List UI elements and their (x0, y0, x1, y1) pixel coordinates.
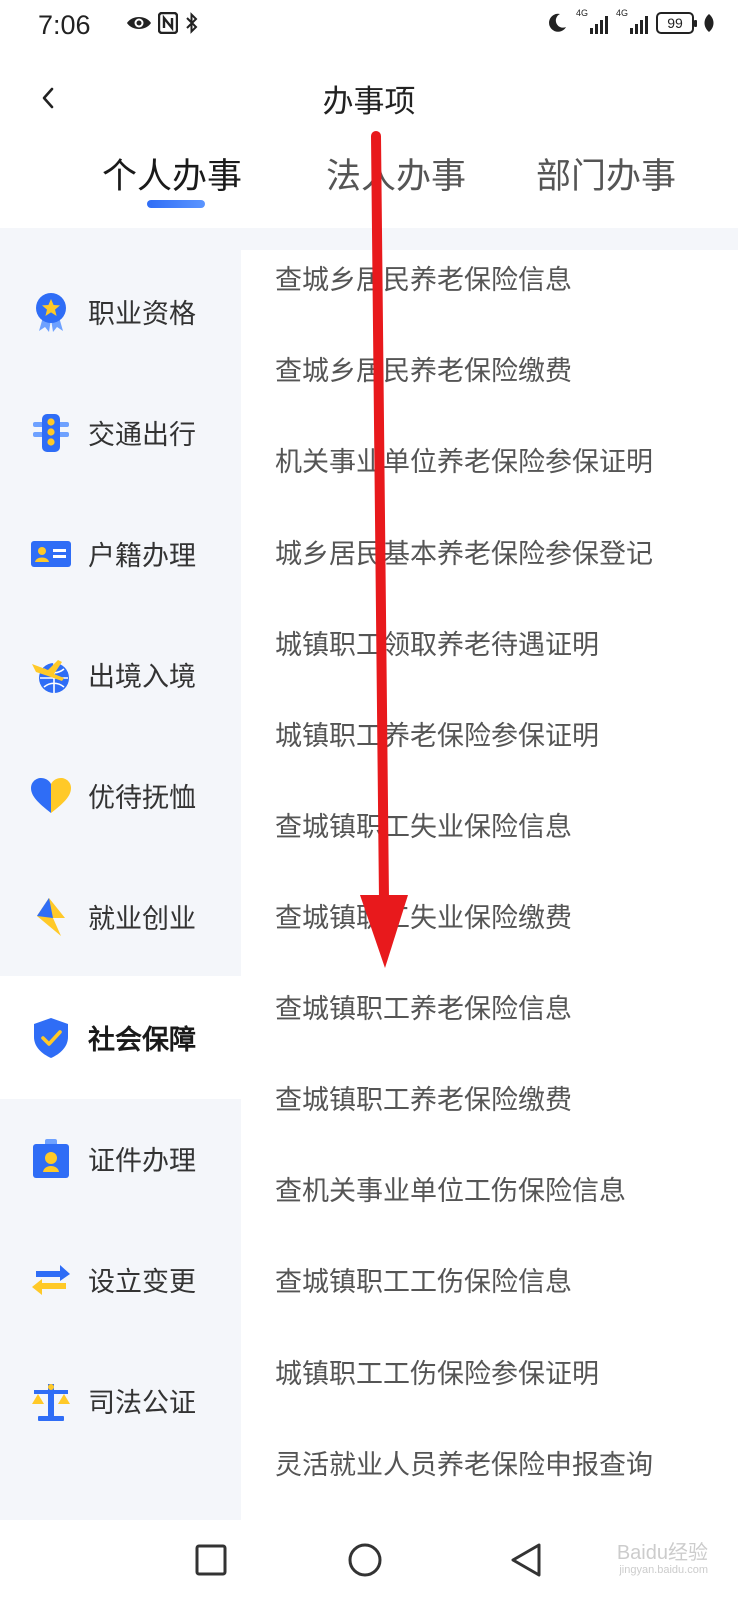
leaf-icon (704, 14, 714, 32)
status-time: 7:06 (38, 10, 91, 40)
tab-department[interactable]: 部门办事 (536, 148, 676, 199)
badge-person-icon (30, 1138, 72, 1180)
battery-icon: 99 (656, 12, 697, 34)
list-item[interactable]: 机关事业单位养老保险参保证明 (275, 440, 653, 479)
status-bar: 7:06 4G 4G 99 (0, 0, 738, 52)
sidebar-item-label: 户籍办理 (88, 541, 196, 572)
list-item[interactable]: 查城镇职工养老保险缴费 (275, 1078, 572, 1117)
sidebar-item-label: 职业资格 (88, 299, 196, 330)
swap-arrows-icon (30, 1259, 72, 1301)
divider (0, 228, 738, 250)
tab-bar: 个人办事 法人办事 部门办事 (0, 148, 738, 218)
list-item[interactable]: 城镇职工工伤保险参保证明 (275, 1352, 599, 1391)
signal-2-icon: 4G (616, 8, 648, 34)
sidebar-item-qualification[interactable]: 职业资格 (0, 250, 241, 373)
tab-legal-entity[interactable]: 法人办事 (326, 148, 466, 199)
tab-active-indicator (147, 200, 205, 208)
sidebar-item-social-security[interactable]: 社会保障 (0, 976, 241, 1099)
lightning-icon (30, 896, 72, 938)
sidebar-item-preferential[interactable]: 优待抚恤 (0, 734, 241, 857)
list-item[interactable]: 查城乡居民养老保险缴费 (275, 349, 572, 388)
page-title: 办事项 (322, 84, 416, 120)
list-item[interactable]: 查机关事业单位工伤保险信息 (275, 1169, 626, 1208)
sidebar-item-employment[interactable]: 就业创业 (0, 855, 241, 978)
list-item[interactable]: 查城镇职工失业保险信息 (275, 805, 572, 844)
bluetooth-icon (186, 12, 198, 34)
sidebar-item-certificates[interactable]: 证件办理 (0, 1097, 241, 1220)
moon-icon (549, 13, 566, 32)
sidebar-item-label: 就业创业 (88, 904, 196, 935)
list-item[interactable]: 查城镇职工工伤保险信息 (275, 1260, 572, 1299)
traffic-light-icon (30, 412, 72, 454)
tab-personal[interactable]: 个人办事 (102, 148, 242, 199)
list-item[interactable]: 灵活就业人员养老保险申报查询 (275, 1443, 653, 1482)
home-button[interactable] (343, 1538, 387, 1582)
list-item[interactable]: 查城乡居民养老保险信息 (275, 258, 572, 297)
nfc-icon (158, 12, 178, 34)
plane-globe-icon (30, 654, 72, 696)
sidebar-item-label: 优待抚恤 (88, 783, 196, 814)
list-item[interactable]: 查城镇职工养老保险信息 (275, 987, 572, 1026)
heart-icon (30, 775, 72, 817)
signal-1-icon: 4G (576, 8, 608, 34)
list-item[interactable]: 查城镇职工失业保险缴费 (275, 896, 572, 935)
list-item[interactable]: 城乡居民基本养老保险参保登记 (275, 532, 653, 571)
sidebar-item-label: 出境入境 (88, 662, 196, 693)
sidebar-item-label: 设立变更 (88, 1267, 196, 1298)
circle-icon (348, 1543, 382, 1577)
sidebar-item-transport[interactable]: 交通出行 (0, 371, 241, 494)
sidebar-item-establish-change[interactable]: 设立变更 (0, 1218, 241, 1341)
sidebar-item-label: 交通出行 (88, 420, 196, 451)
square-icon (195, 1544, 227, 1576)
triangle-back-icon (511, 1543, 541, 1577)
scales-icon (30, 1380, 72, 1422)
list-item[interactable]: 城镇职工养老保险参保证明 (275, 714, 599, 753)
sidebar-item-judicial-notary[interactable]: 司法公证 (0, 1339, 241, 1462)
sidebar-item-label: 司法公证 (88, 1388, 196, 1419)
sidebar-item-household[interactable]: 户籍办理 (0, 492, 241, 615)
back-nav-button[interactable] (504, 1538, 548, 1582)
eye-icon (127, 17, 151, 29)
recent-apps-button[interactable] (189, 1538, 233, 1582)
category-sidebar: 职业资格 交通出行 户籍办理 出境入境 优待抚恤 就业创业 社会保障 证件办理 … (0, 250, 241, 1520)
medal-star-icon (30, 291, 72, 333)
sidebar-item-label: 证件办理 (88, 1146, 196, 1177)
list-item[interactable]: 城镇职工领取养老待遇证明 (275, 623, 599, 662)
shield-check-icon (30, 1017, 72, 1059)
watermark-subtext: jingyan.baidu.com (619, 1563, 708, 1576)
sidebar-item-immigration[interactable]: 出境入境 (0, 613, 241, 736)
id-card-icon (30, 533, 72, 575)
watermark-text: Baidu经验 (616, 1541, 708, 1564)
sidebar-item-label: 社会保障 (88, 1025, 196, 1056)
watermark: Baidu经验 jingyan.baidu.com (617, 1542, 708, 1576)
